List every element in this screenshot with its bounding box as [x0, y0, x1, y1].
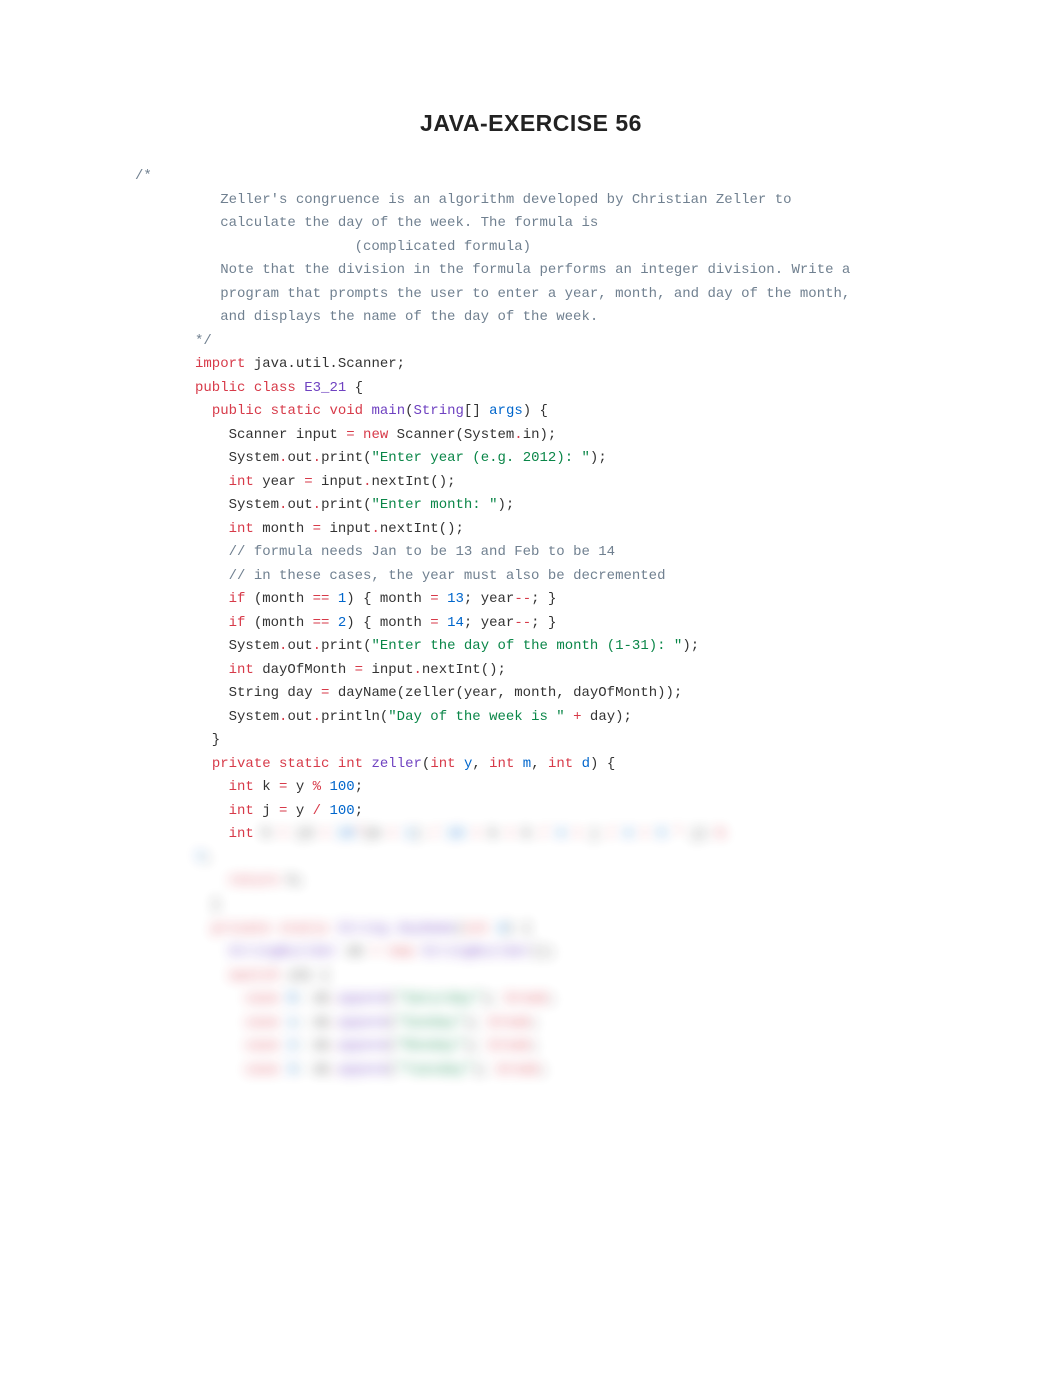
comment-line: Note that the division in the formula pe…	[195, 262, 850, 278]
id: (System	[455, 427, 514, 443]
kw-static: static	[271, 403, 321, 419]
blurred-code: 7; return h; } private static String day…	[135, 850, 556, 1078]
id: System	[229, 638, 279, 654]
id: System	[229, 450, 279, 466]
comment-line: calculate the day of the week. The formu…	[195, 215, 598, 231]
id: java.util.Scanner;	[245, 356, 405, 372]
blurred-code: h = (d + 26*(m + 1) / 10 + k + k / 4 + j…	[254, 826, 733, 842]
kw-int: int	[229, 779, 254, 795]
num: 2	[338, 615, 346, 631]
id: out	[287, 450, 312, 466]
comment-line: (complicated formula)	[195, 239, 531, 255]
param-y: y	[464, 756, 472, 772]
string: "Enter year (e.g. 2012): "	[371, 450, 589, 466]
num: 1	[338, 591, 346, 607]
document-page: JAVA-EXERCISE 56 /* Zeller's congruence …	[0, 0, 1062, 1377]
kw-public: public	[195, 380, 245, 396]
kw-int: int	[229, 521, 254, 537]
kw-static: static	[279, 756, 329, 772]
fn-main: main	[371, 403, 405, 419]
num: 100	[329, 779, 354, 795]
string: "Enter the day of the month (1-31): "	[371, 638, 682, 654]
num: 14	[447, 615, 464, 631]
param-args: args	[489, 403, 523, 419]
comment-line: Zeller's congruence is an algorithm deve…	[195, 192, 792, 208]
kw-int: int	[229, 803, 254, 819]
kw-class: class	[254, 380, 296, 396]
kw-new: new	[363, 427, 388, 443]
kw-int: int	[229, 474, 254, 490]
code-block: /* Zeller's congruence is an algorithm d…	[135, 165, 927, 1082]
string: "Enter month: "	[371, 497, 497, 513]
id: System	[229, 709, 279, 725]
comment-line: /*	[135, 168, 152, 184]
class-name: E3_21	[304, 380, 346, 396]
id: out	[287, 709, 312, 725]
kw-int: int	[548, 756, 573, 772]
id: in	[523, 427, 540, 443]
page-title: JAVA-EXERCISE 56	[135, 110, 927, 137]
fn-zeller: zeller	[371, 756, 421, 772]
kw-int: int	[338, 756, 363, 772]
id: print	[321, 450, 363, 466]
num: 100	[329, 803, 354, 819]
id: println	[321, 709, 380, 725]
comment-line: program that prompts the user to enter a…	[195, 286, 850, 302]
id: System	[229, 497, 279, 513]
num: 13	[447, 591, 464, 607]
kw-int: int	[430, 756, 455, 772]
id: print	[321, 638, 363, 654]
kw-import: import	[195, 356, 245, 372]
comment: // in these cases, the year must also be…	[229, 568, 666, 584]
comment: // formula needs Jan to be 13 and Feb to…	[229, 544, 615, 560]
kw-void: void	[329, 403, 363, 419]
param-m: m	[523, 756, 531, 772]
type-String: String	[414, 403, 464, 419]
kw-int: int	[229, 662, 254, 678]
kw-int: int	[489, 756, 514, 772]
kw-if: if	[229, 615, 246, 631]
id: out	[287, 638, 312, 654]
comment-line: */	[195, 333, 212, 349]
kw-int: int	[229, 826, 254, 842]
kw-private: private	[212, 756, 271, 772]
comment-line: and displays the name of the day of the …	[195, 309, 598, 325]
kw-if: if	[229, 591, 246, 607]
param-d: d	[582, 756, 590, 772]
string: "Day of the week is "	[388, 709, 564, 725]
kw-public: public	[212, 403, 262, 419]
id: out	[287, 497, 312, 513]
id: print	[321, 497, 363, 513]
